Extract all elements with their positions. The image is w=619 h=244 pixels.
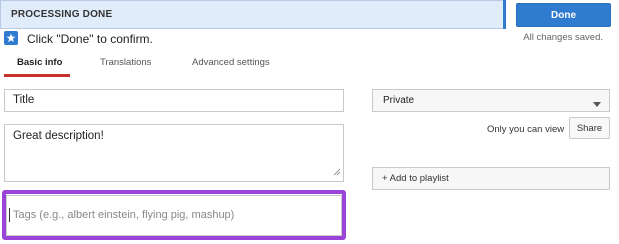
add-to-playlist-button[interactable]: + Add to playlist: [372, 167, 610, 190]
privacy-selected-value: Private: [383, 95, 415, 106]
resize-grip-icon[interactable]: [333, 167, 341, 179]
active-tab-indicator: [4, 74, 70, 77]
status-accent-bar: [503, 0, 506, 29]
processing-status-label: PROCESSING DONE: [11, 9, 113, 20]
privacy-select[interactable]: Private: [372, 89, 610, 112]
star-icon: [4, 31, 18, 45]
done-button[interactable]: Done: [516, 3, 611, 27]
tab-basic-info[interactable]: Basic info: [17, 57, 62, 68]
share-button[interactable]: Share: [569, 117, 610, 139]
tab-bar: Basic info Translations Advanced setting…: [0, 50, 619, 78]
text-caret: [9, 208, 10, 222]
processing-status-bar: PROCESSING DONE: [0, 0, 505, 29]
description-text: Great description!: [13, 130, 104, 142]
saved-status: All changes saved.: [523, 32, 603, 43]
visibility-note: Only you can view: [487, 124, 565, 135]
title-input[interactable]: Title: [4, 89, 344, 112]
tab-translations[interactable]: Translations: [100, 57, 151, 68]
chevron-down-icon: [593, 99, 601, 110]
tags-input[interactable]: Tags (e.g., albert einstein, flying pig,…: [6, 195, 342, 236]
description-input[interactable]: Great description!: [4, 124, 344, 182]
confirm-message: Click "Done" to confirm.: [27, 32, 153, 46]
tab-advanced-settings[interactable]: Advanced settings: [192, 57, 270, 68]
